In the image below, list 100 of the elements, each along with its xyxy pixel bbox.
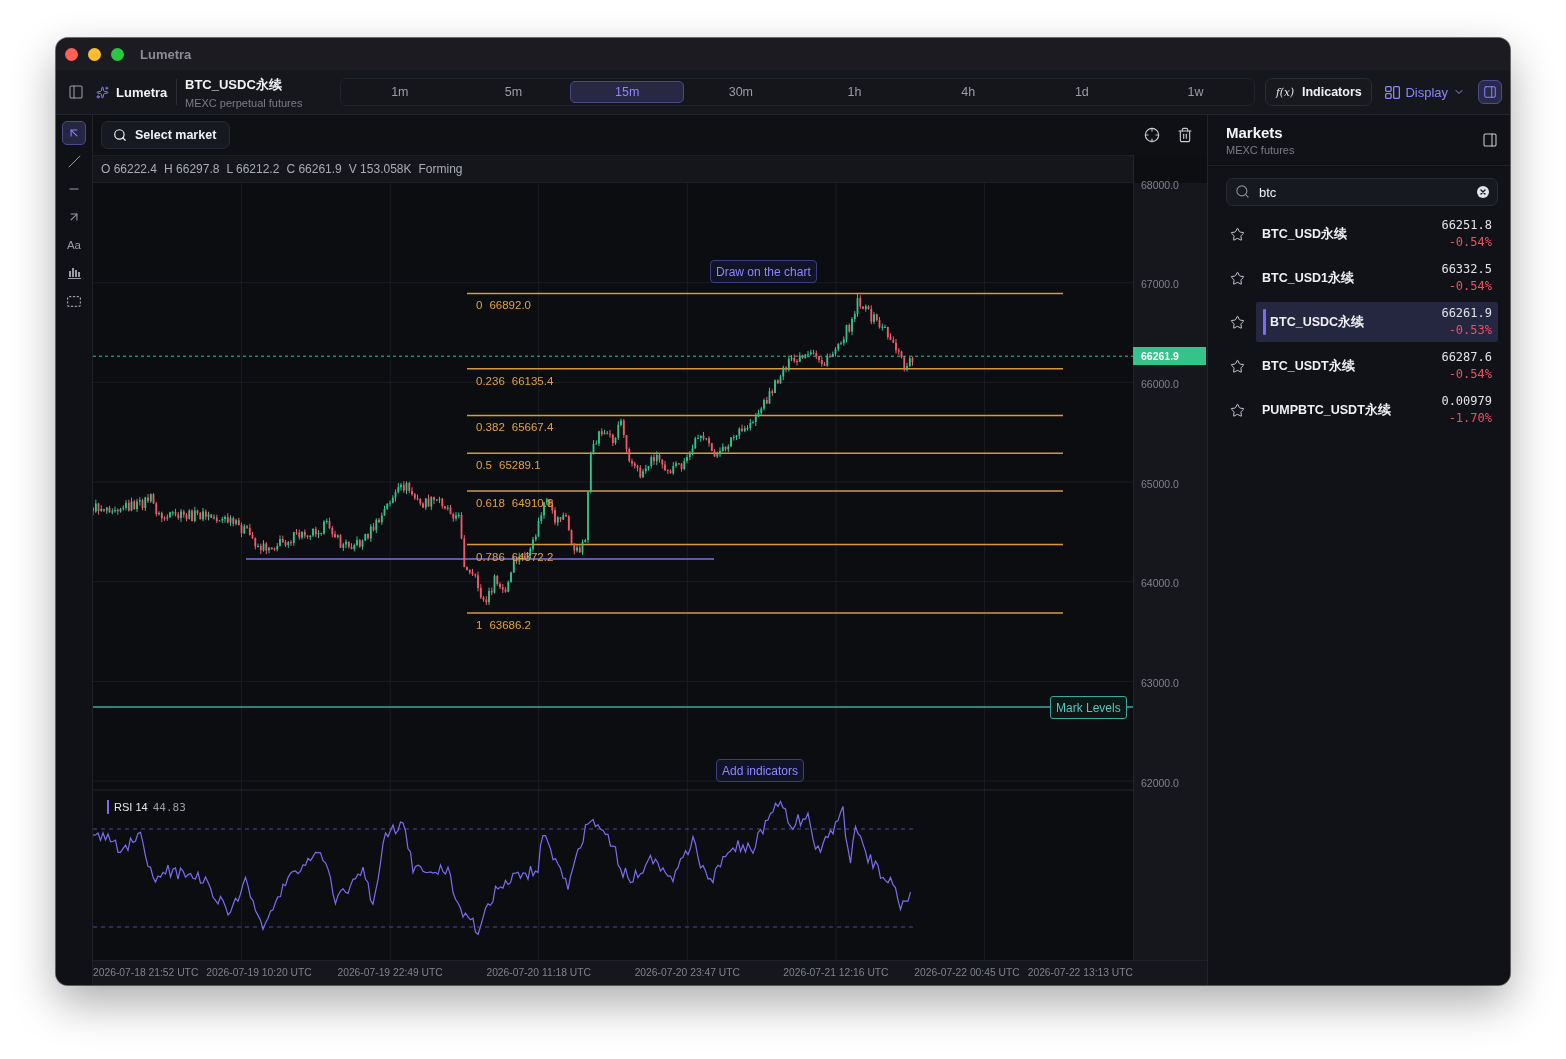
window-title: Lumetra: [140, 46, 192, 62]
indicator-value: 44.83: [152, 800, 186, 814]
price-tick-label: 68000.0: [1141, 178, 1179, 192]
indicator-name: RSI 14: [114, 801, 148, 813]
market-list-item[interactable]: BTC_USDC永续 66261.9 -0.53%: [1256, 302, 1498, 342]
price-tick-label: 62000.0: [1141, 776, 1179, 790]
market-description: MEXC perpetual futures: [185, 96, 303, 109]
market-price: 66251.8: [1441, 217, 1492, 234]
ohlc-value: V 153.058K: [348, 162, 412, 176]
fib-price: 65667.4: [511, 421, 554, 434]
fib-ratio: 0.382: [476, 421, 505, 434]
fib-ratio: 1: [476, 618, 483, 631]
timeframe-tab[interactable]: 4h: [911, 81, 1026, 103]
fib-ratio: 0.618: [476, 496, 505, 509]
fib-price: 65289.1: [499, 459, 541, 472]
sparkle-icon: [96, 85, 109, 99]
hint-label: Draw on the chart: [710, 260, 817, 283]
select-market-button[interactable]: Select market: [101, 121, 231, 149]
time-tick-label: 2026-07-20 23:47 UTC: [634, 966, 740, 979]
fib-ratio: 0.236: [476, 374, 505, 387]
market-change: -0.53%: [1448, 322, 1492, 339]
time-tick-label: 2026-07-20 11:18 UTC: [486, 966, 591, 979]
timeframe-tab[interactable]: 15m: [570, 81, 684, 103]
time-tick-label: 2026-07-22 13:13 UTC: [1027, 966, 1133, 979]
price-tick-label: 63000.0: [1141, 676, 1179, 690]
panel-toggle-button[interactable]: [1478, 80, 1502, 104]
close-button[interactable]: [65, 47, 78, 61]
last-price-tag: 66261.9: [1133, 347, 1206, 366]
market-symbol: BTC_USDC永续: [185, 75, 282, 94]
market-price: 66332.5: [1441, 261, 1492, 278]
price-tick-label: 65000.0: [1141, 477, 1179, 491]
market-change: -0.54%: [1448, 234, 1492, 251]
candle-status: Forming: [418, 162, 463, 176]
crosshair-icon[interactable]: [1144, 127, 1160, 143]
fib-price: 66135.4: [511, 374, 554, 387]
star-icon[interactable]: [1230, 270, 1245, 286]
sidebar-toggle-icon[interactable]: [68, 84, 84, 100]
market-list-item[interactable]: BTC_USD1永续 66332.5 -0.54%: [1256, 258, 1498, 298]
ohlc-value: C 66261.9: [286, 162, 342, 176]
ohlc-value: O 66222.4: [101, 162, 158, 176]
star-icon[interactable]: [1230, 226, 1245, 242]
time-tick-label: 2026-07-19 22:49 UTC: [337, 966, 443, 979]
panel-toggle-icon[interactable]: [1482, 132, 1498, 148]
app-name: Lumetra: [116, 84, 168, 100]
hint-label: Add indicators: [716, 759, 805, 782]
select-tool-button[interactable]: [62, 121, 86, 145]
market-list-item[interactable]: PUMPBTC_USDT永续 0.00979 -1.70%: [1256, 390, 1498, 430]
market-name: PUMPBTC_USDT永续: [1262, 401, 1391, 419]
line-label: Mark Levels: [1050, 696, 1127, 719]
function-symbol: f(x): [1276, 86, 1294, 98]
market-name: BTC_USDT永续: [1262, 357, 1355, 375]
search-icon: [113, 128, 127, 142]
star-icon[interactable]: [1230, 402, 1245, 418]
price-tick-label: 67000.0: [1141, 278, 1179, 292]
star-icon[interactable]: [1230, 358, 1245, 374]
fib-price: 63686.2: [489, 618, 531, 631]
panel-icon: [1483, 85, 1497, 99]
clear-icon[interactable]: [1477, 186, 1489, 198]
timeframe-tab[interactable]: 1h: [797, 81, 912, 103]
market-name: BTC_USDC永续: [1270, 313, 1365, 331]
text-tool-button[interactable]: Aa: [62, 233, 86, 257]
timeframe-tab[interactable]: 30m: [684, 81, 798, 103]
ohlc-value: L 66212.2: [226, 162, 280, 176]
search-field[interactable]: btc: [1226, 178, 1498, 206]
time-tick-label: 2026-07-22 00:45 UTC: [914, 966, 1020, 979]
diagonal-line-icon: [67, 154, 81, 168]
time-tick-label: 2026-07-18 21:52 UTC: [93, 966, 199, 979]
selection-bar: [1263, 309, 1266, 335]
market-change: -0.54%: [1448, 278, 1492, 295]
zoom-button[interactable]: [111, 47, 124, 61]
star-icon[interactable]: [1230, 314, 1245, 330]
market-price: 0.00979: [1441, 393, 1492, 410]
market-change: -0.54%: [1448, 366, 1492, 383]
price-tick-label: 64000.0: [1141, 577, 1179, 591]
panel-subtitle: MEXC futures: [1226, 144, 1295, 156]
market-price: 66261.9: [1441, 305, 1492, 322]
timeframe-tab[interactable]: 1d: [1025, 81, 1139, 103]
market-change: -1.70%: [1448, 410, 1492, 427]
price-tick-label: 66000.0: [1141, 377, 1179, 391]
bar-chart-icon: [67, 267, 81, 279]
indicators-button[interactable]: f(x) Indicators: [1265, 78, 1373, 106]
trash-icon[interactable]: [1177, 127, 1193, 143]
minimize-button[interactable]: [88, 47, 101, 61]
fib-ratio: 0.5: [476, 459, 492, 472]
market-name: BTC_USD1永续: [1262, 269, 1354, 287]
time-tick-label: 2026-07-21 12:16 UTC: [783, 966, 889, 979]
fib-price: 66892.0: [489, 299, 531, 312]
layout-icon: [1385, 85, 1401, 99]
fib-ratio: 0: [476, 299, 483, 312]
display-button[interactable]: Display: [1385, 84, 1465, 100]
search-icon: [1235, 184, 1250, 199]
dashed-rectangle-icon: [67, 295, 81, 307]
market-list-item[interactable]: BTC_USDT永续 66287.6 -0.54%: [1256, 346, 1498, 386]
market-name: BTC_USD永续: [1262, 225, 1348, 243]
market-list-item[interactable]: BTC_USD永续 66251.8 -0.54%: [1256, 214, 1498, 254]
market-price: 66287.6: [1441, 349, 1492, 366]
timeframe-tab[interactable]: 1w: [1138, 81, 1253, 103]
timeframe-tab[interactable]: 5m: [456, 81, 571, 103]
ohlc-value: H 66297.8: [164, 162, 220, 176]
timeframe-tab[interactable]: 1m: [343, 81, 457, 103]
